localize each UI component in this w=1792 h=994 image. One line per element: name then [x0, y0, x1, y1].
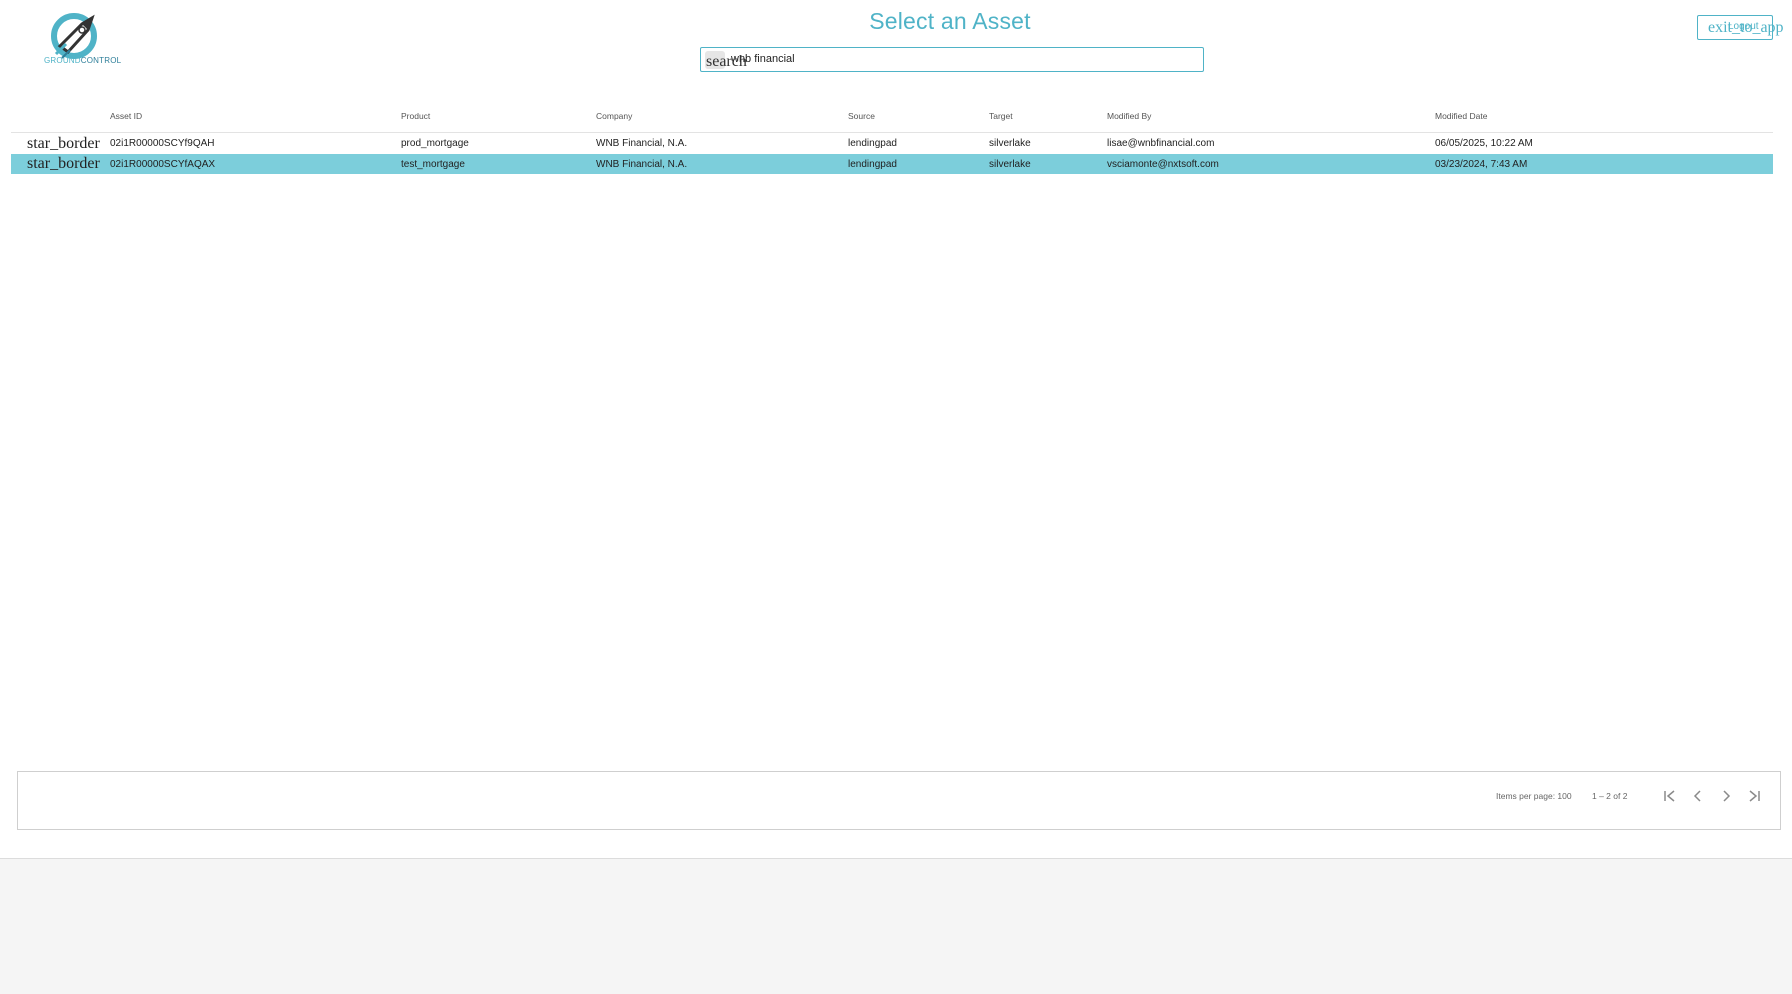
cell-modified-by: lisae@wnbfinancial.com: [1107, 138, 1215, 149]
items-per-page[interactable]: Items per page: 100: [1496, 791, 1572, 801]
exit-to-app-icon[interactable]: exit_to_app: [1708, 19, 1784, 37]
paginator: Items per page: 100 1 – 2 of 2: [17, 771, 1781, 830]
asset-table: Asset ID Product Company Source Target M…: [11, 100, 1773, 174]
header-source[interactable]: Source: [848, 100, 989, 133]
header-target[interactable]: Target: [989, 100, 1107, 133]
app-container: GROUNDCONTROL Select an Asset search Log…: [0, 0, 1792, 859]
header-favorite: [11, 100, 110, 133]
first-page-icon[interactable]: [1658, 784, 1682, 808]
logo-text: GROUNDCONTROL: [44, 56, 121, 65]
table-header-row: Asset ID Product Company Source Target M…: [11, 100, 1773, 133]
search-icon-bg: [705, 51, 725, 69]
header-modified-by[interactable]: Modified By: [1107, 100, 1435, 133]
cell-company: WNB Financial, N.A.: [596, 138, 688, 149]
header-modified-date[interactable]: Modified Date: [1435, 100, 1773, 133]
cell-target: silverlake: [989, 154, 1107, 174]
cell-modified-by: vsciamonte@nxtsoft.com: [1107, 154, 1435, 174]
cell-company: WNB Financial, N.A.: [596, 154, 848, 174]
cell-source: lendingpad: [848, 138, 897, 149]
cell-target: silverlake: [989, 138, 1031, 149]
cell-asset-id: 02i1R00000SCYfAQAX: [110, 154, 401, 174]
star-border-icon[interactable]: star_border: [11, 154, 110, 174]
page-title: Select an Asset: [869, 8, 1031, 34]
next-page-icon[interactable]: [1714, 784, 1738, 808]
search-box[interactable]: [700, 47, 1204, 72]
cell-asset-id: 02i1R00000SCYf9QAH: [110, 138, 215, 149]
header-asset-id[interactable]: Asset ID: [110, 100, 401, 133]
logo-text-control: CONTROL: [80, 56, 122, 65]
cell-product: test_mortgage: [401, 154, 596, 174]
table-row[interactable]: star_border 02i1R00000SCYf9QAH prod_mort…: [11, 133, 1773, 155]
cell-source: lendingpad: [848, 154, 989, 174]
cell-modified-date: 06/05/2025, 10:22 AM: [1435, 138, 1533, 149]
search-input[interactable]: [731, 50, 1191, 68]
header-company[interactable]: Company: [596, 100, 848, 133]
cell-product: prod_mortgage: [401, 138, 469, 149]
star-border-icon[interactable]: star_border: [11, 133, 110, 155]
last-page-icon[interactable]: [1742, 784, 1766, 808]
previous-page-icon[interactable]: [1686, 784, 1710, 808]
header-product[interactable]: Product: [401, 100, 596, 133]
table-row-selected[interactable]: star_border 02i1R00000SCYfAQAX test_mort…: [11, 154, 1773, 174]
cell-modified-date: 03/23/2024, 7:43 AM: [1435, 154, 1773, 174]
page-range: 1 – 2 of 2: [1592, 791, 1628, 801]
logo-text-ground: GROUND: [44, 56, 81, 65]
